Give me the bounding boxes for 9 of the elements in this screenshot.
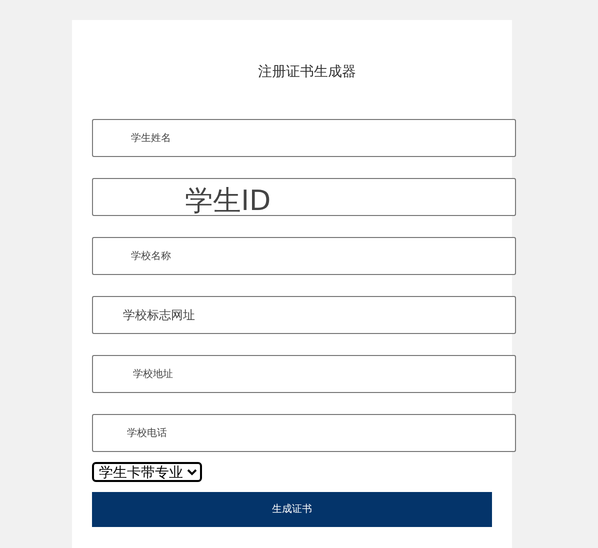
input-field[interactable]: 学校地址 xyxy=(92,355,516,393)
form-title: 注册证书生成器 xyxy=(258,63,356,82)
input-field[interactable]: 学生姓名 xyxy=(92,119,516,157)
input-field[interactable]: 学校标志网址 xyxy=(92,296,516,334)
generate-button[interactable]: 生成证书 xyxy=(92,492,492,527)
input-field[interactable]: 学生ID xyxy=(92,178,516,216)
major-select[interactable]: 学生卡带专业 xyxy=(92,462,202,482)
input-field[interactable]: 学校电话 xyxy=(92,414,516,452)
input-field[interactable]: 学校名称 xyxy=(92,237,516,275)
